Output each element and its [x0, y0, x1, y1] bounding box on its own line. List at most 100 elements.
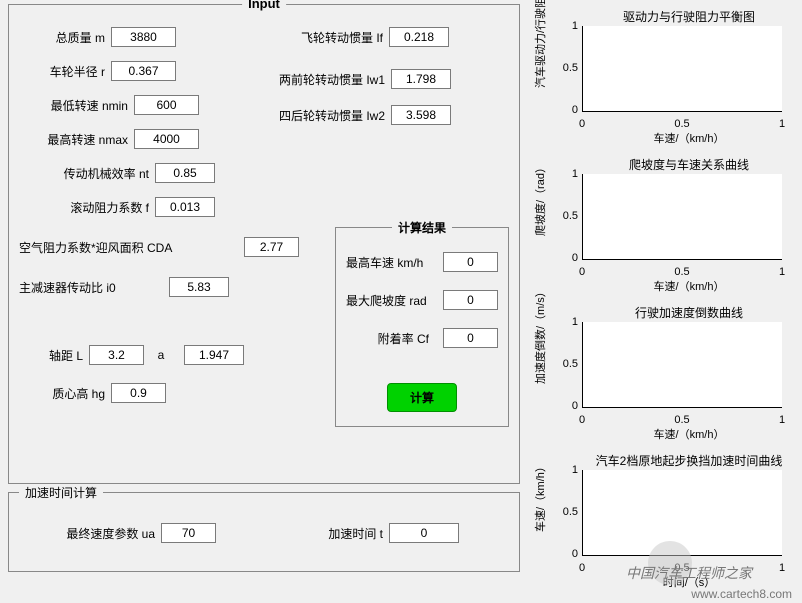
xtick: 1 — [779, 266, 785, 278]
accel-panel: 加速时间计算 最终速度参数 ua 加速时间 t — [8, 492, 520, 572]
output-max-speed[interactable] — [443, 252, 498, 272]
ytick: 1 — [560, 316, 578, 328]
field-t: 加速时间 t — [289, 523, 459, 543]
label-ua: 最终速度参数 ua — [31, 525, 161, 542]
chart-ylabel: 加速度倒数/（m/s） — [532, 364, 548, 384]
output-t[interactable] — [389, 523, 459, 543]
input-mass[interactable] — [111, 27, 176, 47]
label-If: 飞轮转动惯量 If — [259, 29, 389, 46]
ytick: 1 — [560, 464, 578, 476]
label-nt: 传动机械效率 nt — [25, 165, 155, 182]
ytick: 0.5 — [560, 210, 578, 222]
ytick: 0 — [560, 104, 578, 116]
input-title: Input — [242, 0, 286, 11]
field-If: 飞轮转动惯量 If — [259, 27, 449, 47]
xtick: 0.5 — [674, 414, 689, 426]
label-i0: 主减速器传动比 i0 — [19, 279, 169, 296]
label-a: a — [144, 348, 184, 362]
accel-title: 加速时间计算 — [19, 484, 103, 501]
chart-xlabel: 车速/（km/h） — [590, 278, 788, 294]
chart-3: 汽车2档原地起步换挡加速时间曲线 车速/（km/h） 1 0.5 0 0 0.5… — [530, 448, 798, 596]
field-hg: 质心高 hg — [31, 383, 166, 403]
ytick: 0 — [560, 400, 578, 412]
output-max-grade[interactable] — [443, 290, 498, 310]
chart-title: 行驶加速度倒数曲线 — [590, 304, 788, 321]
input-i0[interactable] — [169, 277, 229, 297]
chart-xlabel: 车速/（km/h） — [590, 426, 788, 442]
field-f: 滚动阻力系数 f — [25, 197, 215, 217]
chart-ylabel: 爬坡度/（rad） — [532, 216, 548, 236]
field-ua: 最终速度参数 ua — [31, 523, 216, 543]
xtick: 0.5 — [674, 562, 689, 574]
label-Iw2: 四后轮转动惯量 Iw2 — [237, 107, 391, 124]
xtick: 1 — [779, 562, 785, 574]
input-If[interactable] — [389, 27, 449, 47]
input-Iw2[interactable] — [391, 105, 451, 125]
input-nmax[interactable] — [134, 129, 199, 149]
label-hg: 质心高 hg — [31, 385, 111, 402]
label-nmax: 最高转速 nmax — [19, 131, 134, 148]
calculate-button[interactable]: 计算 — [387, 383, 457, 412]
input-L[interactable] — [89, 345, 144, 365]
chart-title: 驱动力与行驶阻力平衡图 — [590, 8, 788, 25]
input-panel: Input 总质量 m 车轮半径 r 最低转速 nmin 最高转速 nmax 传… — [8, 4, 520, 484]
label-max-speed: 最高车速 km/h — [346, 254, 423, 271]
xtick: 0.5 — [674, 118, 689, 130]
input-ua[interactable] — [161, 523, 216, 543]
chart-2: 行驶加速度倒数曲线 加速度倒数/（m/s） 1 0.5 0 0 0.5 1 车速… — [530, 300, 798, 448]
ytick: 0 — [560, 252, 578, 264]
chart-plot — [582, 470, 782, 556]
row-max-grade: 最大爬坡度 rad — [336, 290, 508, 310]
label-max-grade: 最大爬坡度 rad — [346, 292, 427, 309]
xtick: 0.5 — [674, 266, 689, 278]
label-t: 加速时间 t — [289, 525, 389, 542]
xtick: 0 — [579, 414, 585, 426]
label-cf: 附着率 Cf — [378, 330, 429, 347]
label-Iw1: 两前轮转动惯量 Iw1 — [237, 71, 391, 88]
output-cf[interactable] — [443, 328, 498, 348]
field-radius: 车轮半径 r — [31, 61, 176, 81]
label-L: 轴距 L — [31, 347, 89, 364]
input-radius[interactable] — [111, 61, 176, 81]
xtick: 0 — [579, 562, 585, 574]
chart-ylabel: 汽车驱动力/行驶阻力/N — [532, 68, 548, 88]
input-nt[interactable] — [155, 163, 215, 183]
chart-title: 爬坡度与车速关系曲线 — [590, 156, 788, 173]
field-Iw2: 四后轮转动惯量 Iw2 — [237, 105, 451, 125]
xtick: 1 — [779, 118, 785, 130]
chart-title: 汽车2档原地起步换挡加速时间曲线 — [590, 452, 788, 469]
row-max-speed: 最高车速 km/h — [336, 252, 508, 272]
input-Iw1[interactable] — [391, 69, 451, 89]
label-mass: 总质量 m — [31, 29, 111, 46]
xtick: 0 — [579, 266, 585, 278]
charts-area: 驱动力与行驶阻力平衡图 汽车驱动力/行驶阻力/N 1 0.5 0 0 0.5 1… — [530, 4, 798, 596]
result-panel: 计算结果 最高车速 km/h 最大爬坡度 rad 附着率 Cf 计算 — [335, 227, 509, 427]
label-f: 滚动阻力系数 f — [25, 199, 155, 216]
field-Iw1: 两前轮转动惯量 Iw1 — [237, 69, 451, 89]
chart-1: 爬坡度与车速关系曲线 爬坡度/（rad） 1 0.5 0 0 0.5 1 车速/… — [530, 152, 798, 300]
field-i0: 主减速器传动比 i0 — [19, 277, 229, 297]
field-mass: 总质量 m — [31, 27, 176, 47]
label-nmin: 最低转速 nmin — [19, 97, 134, 114]
chart-plot — [582, 26, 782, 112]
field-cda: 空气阻力系数*迎风面积 CDA — [19, 237, 299, 257]
label-radius: 车轮半径 r — [31, 63, 111, 80]
ytick: 1 — [560, 20, 578, 32]
field-nmin: 最低转速 nmin — [19, 95, 199, 115]
input-f[interactable] — [155, 197, 215, 217]
row-cf: 附着率 Cf — [336, 328, 508, 348]
chart-0: 驱动力与行驶阻力平衡图 汽车驱动力/行驶阻力/N 1 0.5 0 0 0.5 1… — [530, 4, 798, 152]
chart-plot — [582, 322, 782, 408]
field-nt: 传动机械效率 nt — [25, 163, 215, 183]
chart-xlabel: 时间/（s） — [590, 574, 788, 590]
input-cda[interactable] — [244, 237, 299, 257]
field-L: 轴距 L a — [31, 345, 244, 365]
ytick: 1 — [560, 168, 578, 180]
input-hg[interactable] — [111, 383, 166, 403]
ytick: 0 — [560, 548, 578, 560]
result-title: 计算结果 — [392, 219, 452, 236]
input-nmin[interactable] — [134, 95, 199, 115]
input-a[interactable] — [184, 345, 244, 365]
chart-xlabel: 车速/（km/h） — [590, 130, 788, 146]
ytick: 0.5 — [560, 358, 578, 370]
